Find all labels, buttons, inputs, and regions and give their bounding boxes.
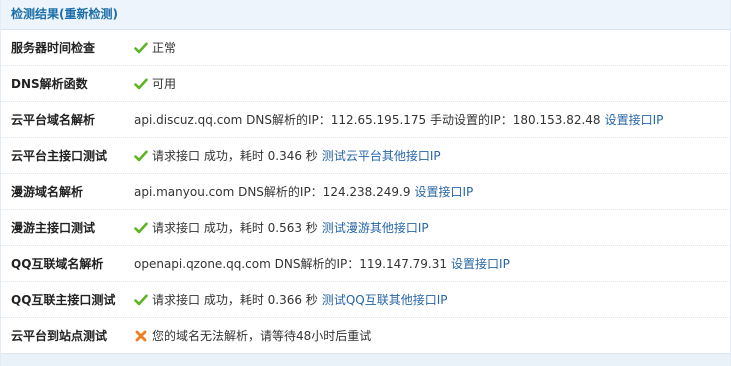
- panel-footer-bar: [1, 353, 730, 366]
- row-label: 云平台域名解析: [11, 113, 96, 127]
- row-cloud-domain-resolve: 云平台域名解析 api.discuz.qq.com DNS解析的IP：112.6…: [1, 102, 730, 138]
- test-cloud-other-ip-link[interactable]: 测试云平台其他接口IP: [322, 147, 441, 164]
- check-icon: [134, 149, 148, 163]
- row-label: DNS解析函数: [11, 77, 88, 91]
- detection-results-panel: 检测结果(重新检测) 服务器时间检查 正常 DNS解析函数 可用 云平台域名解析…: [0, 0, 731, 366]
- results-header: 检测结果(重新检测): [1, 0, 730, 30]
- row-label: 服务器时间检查: [11, 41, 96, 55]
- header-title: 检测结果(: [11, 7, 65, 21]
- row-text: 正常: [152, 41, 177, 55]
- check-icon: [134, 77, 148, 91]
- row-label: QQ互联主接口测试: [11, 293, 116, 307]
- row-value: 请求接口 成功，耗时 0.366 秒测试QQ互联其他接口IP: [134, 291, 447, 308]
- row-value: 可用: [134, 75, 176, 92]
- set-interface-ip-link[interactable]: 设置接口IP: [414, 183, 473, 200]
- row-value: 正常: [134, 39, 176, 56]
- row-value: api.discuz.qq.com DNS解析的IP：112.65.195.17…: [134, 111, 663, 128]
- row-manyou-domain-resolve: 漫游域名解析 api.manyou.com DNS解析的IP：124.238.2…: [1, 174, 730, 210]
- row-label: 漫游域名解析: [11, 185, 84, 199]
- row-label: 云平台到站点测试: [11, 329, 108, 343]
- row-text: api.discuz.qq.com DNS解析的IP：112.65.195.17…: [134, 113, 601, 127]
- row-value: openapi.qzone.qq.com DNS解析的IP：119.147.79…: [134, 255, 510, 272]
- check-icon: [134, 293, 148, 307]
- row-cloud-main-interface-test: 云平台主接口测试 请求接口 成功，耗时 0.346 秒测试云平台其他接口IP: [1, 138, 730, 174]
- row-value: 请求接口 成功，耗时 0.346 秒测试云平台其他接口IP: [134, 147, 441, 164]
- row-qq-connect-domain-resolve: QQ互联域名解析 openapi.qzone.qq.com DNS解析的IP：1…: [1, 246, 730, 282]
- row-value: api.manyou.com DNS解析的IP：124.238.249.9 设置接…: [134, 183, 473, 200]
- row-text: 请求接口 成功，耗时 0.346 秒: [152, 149, 318, 163]
- row-text: openapi.qzone.qq.com DNS解析的IP：119.147.79…: [134, 257, 448, 271]
- row-text: 您的域名无法解析，请等待48小时后重试: [152, 329, 372, 343]
- row-value: 请求接口 成功，耗时 0.563 秒测试漫游其他接口IP: [134, 219, 429, 236]
- row-text: api.manyou.com DNS解析的IP：124.238.249.9: [134, 185, 411, 199]
- row-qq-connect-main-interface-test: QQ互联主接口测试 请求接口 成功，耗时 0.366 秒测试QQ互联其他接口IP: [1, 282, 730, 318]
- test-manyou-other-ip-link[interactable]: 测试漫游其他接口IP: [322, 219, 429, 236]
- row-text: 请求接口 成功，耗时 0.366 秒: [152, 293, 318, 307]
- recheck-link[interactable]: 重新检测: [65, 7, 113, 21]
- row-label: 漫游主接口测试: [11, 221, 96, 235]
- set-interface-ip-link[interactable]: 设置接口IP: [451, 255, 510, 272]
- row-manyou-main-interface-test: 漫游主接口测试 请求接口 成功，耗时 0.563 秒测试漫游其他接口IP: [1, 210, 730, 246]
- test-qq-connect-other-ip-link[interactable]: 测试QQ互联其他接口IP: [322, 291, 448, 308]
- row-dns-function: DNS解析函数 可用: [1, 66, 730, 102]
- row-label: QQ互联域名解析: [11, 257, 104, 271]
- check-icon: [134, 41, 148, 55]
- row-server-time-check: 服务器时间检查 正常: [1, 30, 730, 66]
- row-label: 云平台主接口测试: [11, 149, 108, 163]
- set-interface-ip-link[interactable]: 设置接口IP: [605, 111, 664, 128]
- row-text: 可用: [152, 77, 177, 91]
- row-cloud-to-site-test: 云平台到站点测试 您的域名无法解析，请等待48小时后重试: [1, 318, 730, 354]
- row-value: 您的域名无法解析，请等待48小时后重试: [134, 327, 371, 344]
- header-title-end: ): [112, 7, 118, 21]
- cross-icon: [134, 329, 148, 343]
- row-text: 请求接口 成功，耗时 0.563 秒: [152, 221, 318, 235]
- check-icon: [134, 221, 148, 235]
